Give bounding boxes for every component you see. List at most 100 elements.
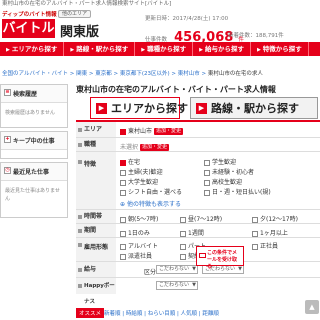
nav-tab-label: 給与から探す [204, 45, 244, 53]
search-history-title: 検索履歴 [13, 91, 38, 98]
more-features-link[interactable]: ⊕ 他の特徴も表示する [120, 199, 181, 208]
nav-tab-route[interactable]: ▶ 路線・駅から探す [64, 42, 136, 56]
time-option[interactable]: 夕(12〜17時) [252, 214, 298, 223]
period-label: 1ヶ月以上 [260, 230, 288, 237]
employment-label: 派遣社員 [128, 253, 153, 260]
recommended-tag[interactable]: オススメ [76, 308, 105, 318]
feature-option[interactable]: 大学生歓迎 [120, 177, 158, 186]
region-name: 関東版 [60, 25, 100, 40]
checkbox[interactable] [180, 216, 186, 223]
period-option[interactable]: 1日のみ [120, 228, 150, 237]
keep-header[interactable]: + キープ中の仕事 [1, 132, 67, 150]
checkbox[interactable] [120, 179, 126, 186]
feature-label: 学生歓迎 [212, 159, 237, 166]
feature-option[interactable]: 在宅 [120, 157, 140, 166]
chevron-down-icon: ▼ [238, 266, 242, 272]
job-change-button[interactable]: 追加・変更 [140, 144, 170, 151]
sort-options[interactable]: 新着順 | 時給順 | ねらい目順 | 人気順 | 距離順 [104, 309, 219, 317]
breadcrumb-link[interactable]: 東京都 [95, 71, 112, 77]
period-label: 1日のみ [128, 230, 150, 237]
checkbox-checked[interactable] [120, 128, 126, 135]
row-period: 期間 1日のみ 1週間 1ヶ月以上 [76, 224, 320, 238]
checkbox[interactable] [252, 216, 258, 223]
feature-option[interactable]: 日・週・短日払い(規) [204, 187, 271, 196]
keep-title: キープ中の仕事 [13, 138, 55, 145]
nav-tab-salary[interactable]: ▶ 給与から探す [193, 42, 251, 56]
other-region-button[interactable]: 他のエリア [58, 10, 92, 18]
salary-kind-select[interactable]: こだわらない ▼ [156, 265, 198, 274]
mail-subscribe-button[interactable]: この条件でメールを受け取る [196, 246, 244, 270]
breadcrumb-link[interactable]: 関東 [76, 71, 87, 77]
tab-area-search[interactable]: ▶ エリアから探す [90, 97, 188, 119]
label-bonus-text: Happyボーナス [84, 283, 115, 305]
breadcrumb-link[interactable]: 東村山市 [178, 71, 200, 77]
topbar-text: 東村山市の在宅のアルバイト・パート求人情報検索サイト[バイトル] [2, 1, 172, 7]
site-header: ディップのバイト情報 バイトル 他のエリア 関東版 更新日時：2017/4/28… [0, 9, 320, 45]
select-value: こだわらない [159, 266, 190, 272]
label-bonus: Happyボーナス [76, 278, 116, 305]
recent-header[interactable]: ◷ 最近見た仕事 [1, 163, 67, 181]
checkbox[interactable] [120, 216, 126, 223]
checkbox[interactable] [180, 230, 186, 237]
chevron-right-icon: ▶ [141, 47, 146, 53]
nav-tab-feature[interactable]: ▶ 特徴から探す [251, 42, 309, 56]
employment-option[interactable]: 派遣社員 [120, 251, 152, 260]
checkbox[interactable] [204, 159, 210, 166]
mail-icon [199, 253, 206, 258]
feature-option[interactable]: シフト自由・選べる [120, 187, 182, 196]
feature-option[interactable]: 未経験・初心者 [204, 167, 254, 176]
search-history-box: ≡ 検索履歴 検索履歴はありません [0, 84, 68, 128]
checkbox[interactable] [204, 169, 210, 176]
search-history-header[interactable]: ≡ 検索履歴 [1, 85, 67, 103]
tab-route-label: 路線・駅から探す [211, 102, 299, 115]
employment-option[interactable]: 正社員 [252, 241, 278, 250]
row-job: 職種 未選択 追加・変更 [76, 138, 320, 152]
checkbox[interactable] [252, 243, 258, 250]
area-chip[interactable]: 東村山市 追加・変更 [120, 126, 184, 135]
feature-option[interactable]: 学生歓迎 [204, 157, 236, 166]
time-option[interactable]: 朝(5〜7時) [120, 214, 158, 223]
feature-label: シフト自由・選べる [128, 189, 183, 196]
tab-route-search[interactable]: ▶ 路線・駅から探す [190, 97, 318, 119]
checkbox[interactable] [180, 253, 186, 260]
label-feature-text: 特徴 [84, 161, 97, 168]
feature-option[interactable]: 高校生歓迎 [204, 177, 242, 186]
bonus-select[interactable]: こだわらない ▼ [156, 281, 198, 290]
time-option[interactable]: 昼(7〜12時) [180, 214, 222, 223]
employment-option[interactable]: アルバイト [120, 241, 158, 250]
scroll-top-button[interactable]: ▲ [305, 300, 319, 314]
breadcrumb-link[interactable]: 東京都下(23区以外) [120, 71, 170, 77]
nav-tab-area[interactable]: ▶ エリアから探す [0, 42, 65, 56]
checkbox[interactable] [204, 189, 210, 196]
checkbox[interactable] [252, 230, 258, 237]
site-logo[interactable]: バイトル [2, 19, 55, 38]
chevron-down-icon: ▼ [192, 266, 196, 272]
period-option[interactable]: 1ヶ月以上 [252, 228, 288, 237]
label-job-text: 職種 [84, 141, 97, 148]
salary-kind-label: 区分 [144, 269, 157, 276]
checkbox[interactable] [120, 189, 126, 196]
breadcrumb-link[interactable]: 全国のアルバイト・バイト [2, 71, 68, 77]
label-employment: 雇用形態 [76, 238, 116, 261]
checkbox[interactable] [204, 179, 210, 186]
main-nav: ▶ エリアから探す ▶ 路線・駅から探す ▶ 職種から探す ▶ 給与から探す ▶ 特徴から… [0, 42, 320, 56]
period-option[interactable]: 1週間 [180, 228, 204, 237]
nav-tab-job[interactable]: ▶ 職種から探す [135, 42, 194, 56]
nav-tab-label: 路線・駅から探す [76, 45, 129, 53]
arrow-up-icon: ▲ [309, 303, 315, 311]
checkbox[interactable] [120, 253, 126, 260]
clock-icon: ◷ [4, 167, 11, 174]
checkbox[interactable] [120, 230, 126, 237]
checkbox[interactable] [120, 243, 126, 250]
feature-option[interactable]: 主婦(夫)歓迎 [120, 167, 163, 176]
checkbox[interactable] [120, 169, 126, 176]
bullet-icon [78, 160, 82, 164]
label-feature: 特徴 [76, 152, 116, 209]
area-change-button[interactable]: 追加・変更 [154, 128, 184, 135]
label-period: 期間 [76, 224, 116, 237]
checkbox[interactable] [180, 243, 186, 250]
checkbox-checked[interactable] [120, 159, 126, 166]
bullet-icon [78, 284, 82, 288]
nav-tab-label: 特徴から探す [262, 45, 302, 53]
breadcrumb-current: 東村山市の在宅の求人 [207, 71, 263, 77]
